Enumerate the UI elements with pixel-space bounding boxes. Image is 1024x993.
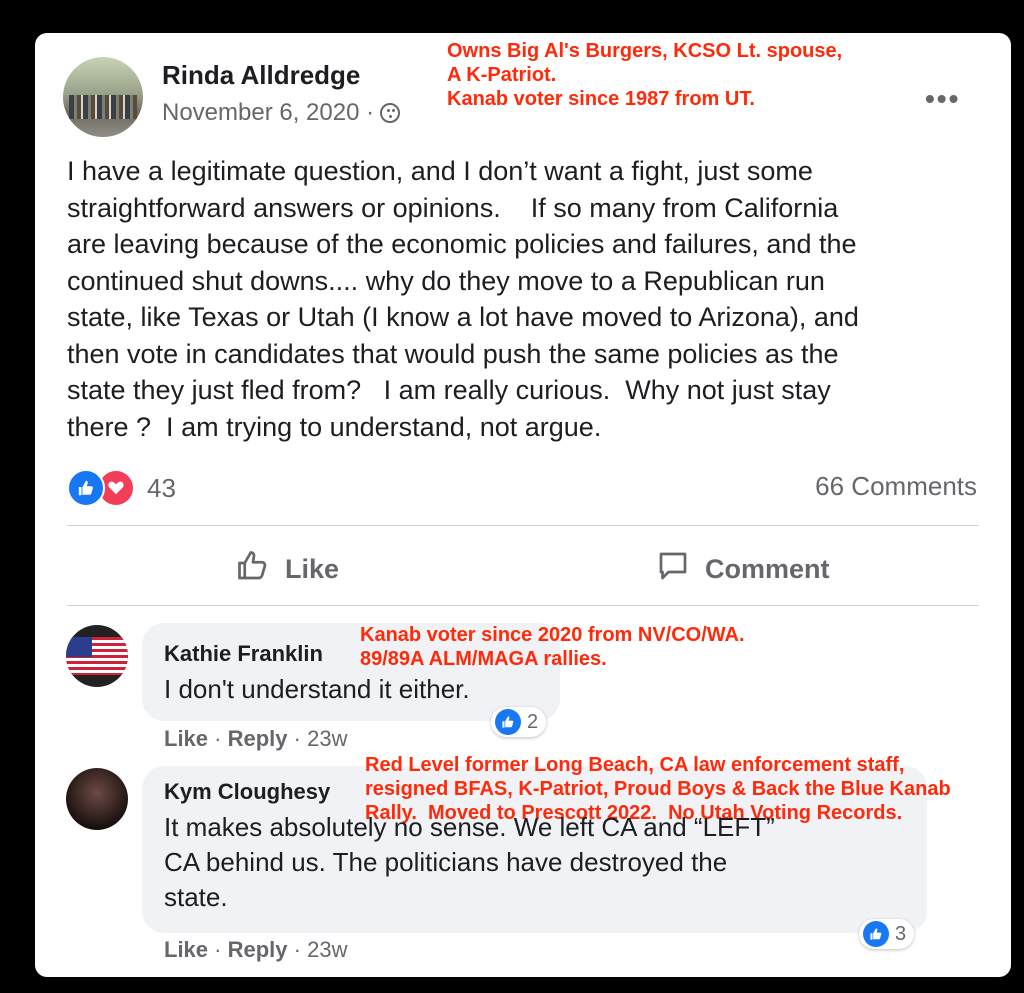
reactions-summary[interactable]: 43 bbox=[67, 469, 176, 507]
like-reaction-icon bbox=[495, 709, 521, 735]
comment-like-link[interactable]: Like bbox=[164, 937, 208, 962]
comment-reaction-badge[interactable]: 3 bbox=[859, 919, 915, 949]
comment-meta: Like · Reply · 23w bbox=[164, 937, 347, 963]
like-button-label: Like bbox=[285, 553, 340, 584]
more-options-button[interactable]: ••• bbox=[925, 83, 960, 115]
post-text: I have a legitimate question, and I don’… bbox=[67, 156, 859, 442]
comment-text: I don't understand it either. bbox=[164, 674, 470, 704]
comment-like-count: 3 bbox=[895, 922, 907, 945]
comment-reply-link[interactable]: Reply bbox=[228, 937, 288, 962]
comment-reply-link[interactable]: Reply bbox=[228, 726, 288, 751]
post-date[interactable]: November 6, 2020 · bbox=[162, 99, 401, 127]
commenter-name[interactable]: Kathie Franklin bbox=[164, 641, 323, 667]
thumbs-up-icon bbox=[235, 548, 271, 591]
like-button[interactable]: Like bbox=[235, 547, 339, 591]
comment-icon bbox=[655, 548, 691, 591]
commenter-avatar[interactable] bbox=[66, 768, 128, 830]
comment-button[interactable]: Comment bbox=[655, 547, 830, 591]
annotation-author: Owns Big Al's Burgers, KCSO Lt. spouse, … bbox=[447, 40, 843, 110]
annotation-commenter-1: Kanab voter since 2020 from NV/CO/WA. 89… bbox=[360, 624, 745, 670]
author-avatar[interactable] bbox=[63, 57, 143, 137]
comment-age[interactable]: · 23w bbox=[294, 937, 348, 962]
comment-like-count: 2 bbox=[527, 710, 539, 733]
commenter-name[interactable]: Kym Cloughesy bbox=[164, 779, 330, 805]
comment-meta: Like · Reply · 23w bbox=[164, 726, 347, 752]
meta-separator: · bbox=[214, 937, 222, 962]
divider-top bbox=[67, 525, 979, 526]
post-author-name[interactable]: Rinda Alldredge bbox=[162, 60, 360, 91]
group-photo bbox=[69, 95, 137, 119]
comment-like-link[interactable]: Like bbox=[164, 726, 208, 751]
friends-icon bbox=[380, 103, 401, 123]
comment-age[interactable]: · 23w bbox=[294, 726, 348, 751]
flag-canton bbox=[66, 637, 92, 657]
comments-count-link[interactable]: 66 Comments bbox=[815, 471, 977, 502]
divider-bottom bbox=[67, 605, 979, 606]
post-date-text: November 6, 2020 · bbox=[162, 99, 375, 126]
post-card: Rinda Alldredge November 6, 2020 · Owns … bbox=[35, 33, 1011, 977]
like-reaction-icon bbox=[863, 921, 889, 947]
commenter-avatar[interactable] bbox=[66, 625, 128, 687]
comment-text: It makes absolutely no sense. We left CA… bbox=[164, 812, 775, 912]
comment-reaction-badge[interactable]: 2 bbox=[491, 707, 547, 737]
meta-separator: · bbox=[214, 726, 222, 751]
comment-button-label: Comment bbox=[705, 553, 830, 584]
like-reaction-icon bbox=[67, 469, 105, 507]
reaction-count: 43 bbox=[147, 472, 176, 503]
